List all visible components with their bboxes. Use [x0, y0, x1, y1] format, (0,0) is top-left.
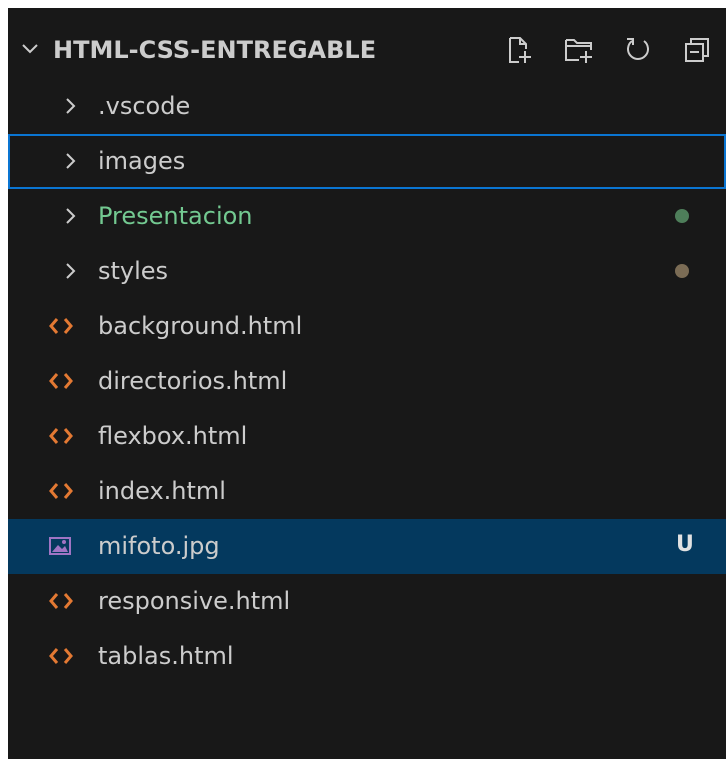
- tree-item-label: Presentacion: [98, 202, 253, 230]
- tree-item-label: responsive.html: [98, 587, 291, 615]
- tree-item-label: flexbox.html: [98, 422, 248, 450]
- explorer-section-header[interactable]: HTML-CSS-ENTREGABLE: [8, 28, 726, 72]
- tree-folder-images[interactable]: images: [8, 134, 726, 189]
- new-folder-icon[interactable]: [562, 33, 596, 67]
- tree-file-tablas-html[interactable]: tablas.html: [8, 629, 726, 684]
- tree-file-index-html[interactable]: index.html: [8, 464, 726, 519]
- html-icon: [48, 425, 74, 447]
- tree-file-flexbox-html[interactable]: flexbox.html: [8, 409, 726, 464]
- tree-folder-styles[interactable]: styles: [8, 244, 726, 299]
- image-file-icon: [48, 535, 74, 557]
- collapse-all-icon[interactable]: [680, 33, 714, 67]
- tree-file-responsive-html[interactable]: responsive.html: [8, 574, 726, 629]
- tree-folder-vscode[interactable]: .vscode: [8, 79, 726, 134]
- tree-folder-presentacion[interactable]: Presentacion: [8, 189, 726, 244]
- chevron-right-icon[interactable]: [62, 206, 80, 226]
- git-untracked-badge: U: [676, 532, 694, 557]
- tree-item-label: index.html: [98, 477, 226, 505]
- chevron-right-icon[interactable]: [62, 96, 80, 116]
- git-status-dot: [675, 209, 689, 223]
- tree-item-label: styles: [98, 257, 169, 285]
- tree-file-background-html[interactable]: background.html: [8, 299, 726, 354]
- tree-item-label: images: [98, 147, 186, 175]
- tree-item-label: .vscode: [98, 92, 191, 120]
- git-status-dot: [675, 264, 689, 278]
- explorer-panel: HTML-CSS-ENTREGABLE .vscode images Prese…: [8, 8, 726, 759]
- explorer-title: HTML-CSS-ENTREGABLE: [53, 36, 377, 64]
- html-icon: [48, 480, 74, 502]
- chevron-right-icon[interactable]: [62, 261, 80, 281]
- new-file-icon[interactable]: [503, 33, 537, 67]
- refresh-icon[interactable]: [621, 33, 655, 67]
- chevron-down-icon[interactable]: [20, 39, 40, 59]
- html-icon: [48, 370, 74, 392]
- tree-item-label: directorios.html: [98, 367, 288, 395]
- explorer-toolbar: [503, 33, 714, 67]
- tree-file-mifoto-jpg[interactable]: mifoto.jpg U: [8, 519, 726, 574]
- tree-file-directorios-html[interactable]: directorios.html: [8, 354, 726, 409]
- html-icon: [48, 590, 74, 612]
- tree-item-label: mifoto.jpg: [98, 532, 220, 560]
- html-icon: [48, 315, 74, 337]
- html-icon: [48, 645, 74, 667]
- chevron-right-icon[interactable]: [62, 151, 80, 171]
- tree-item-label: background.html: [98, 312, 303, 340]
- tree-item-label: tablas.html: [98, 642, 234, 670]
